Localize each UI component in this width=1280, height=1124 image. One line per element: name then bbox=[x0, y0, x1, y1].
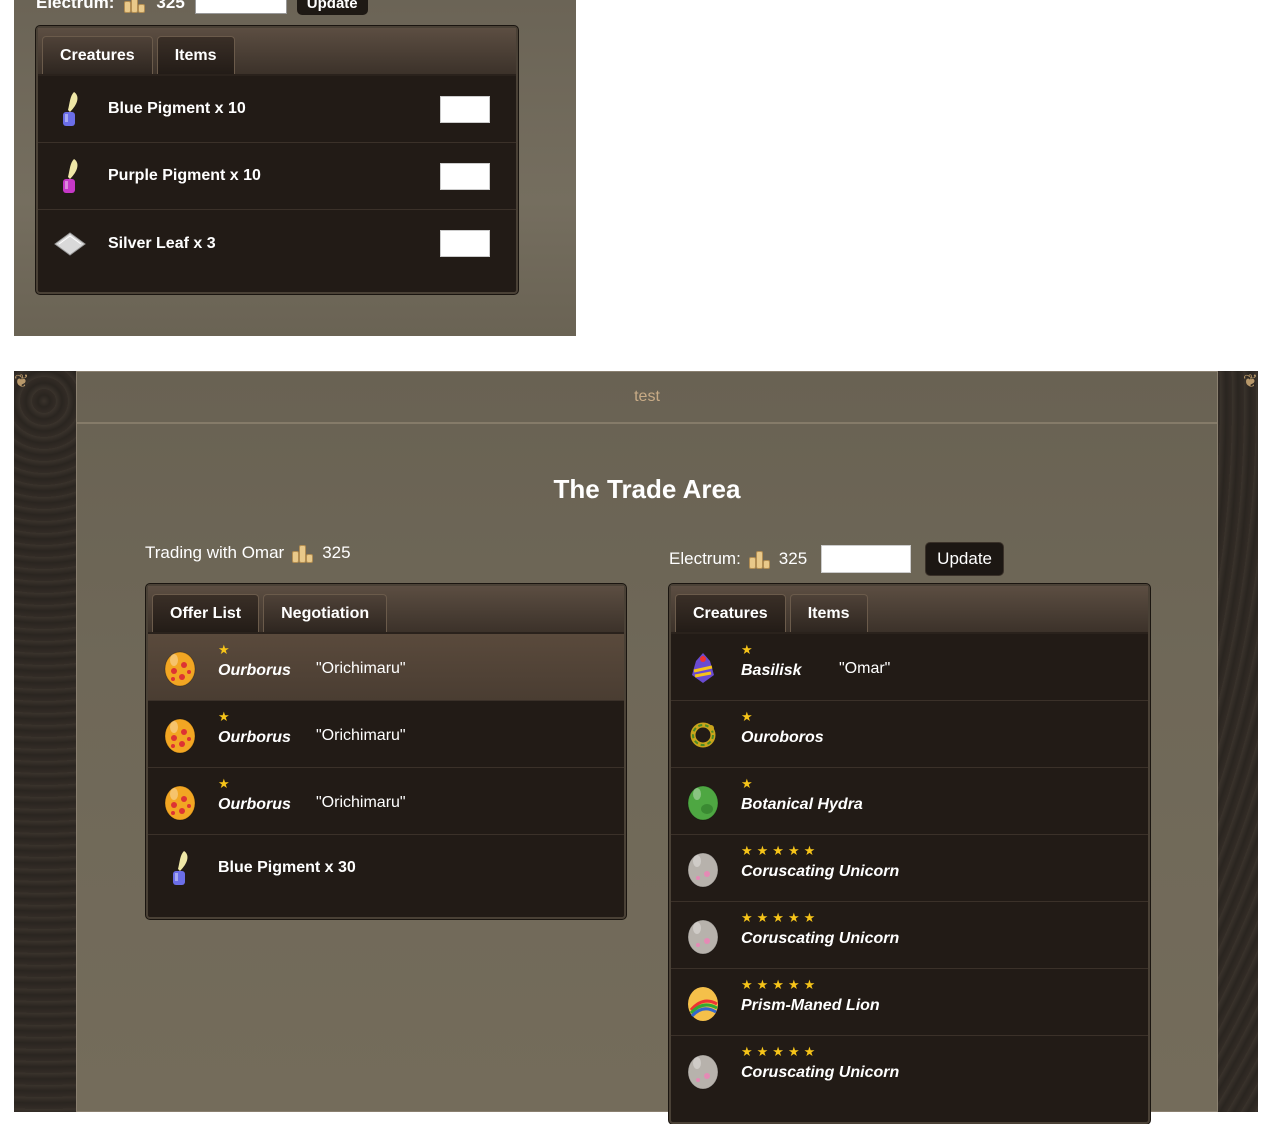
rarity-stars: ★★★★★ bbox=[741, 843, 820, 858]
trading-with-label: Trading with Omar bbox=[145, 543, 285, 562]
creature-row[interactable]: ★ Ourborus "Orichimaru" bbox=[148, 768, 624, 835]
snippet-update-button[interactable]: Update bbox=[296, 0, 368, 15]
electrum-input[interactable] bbox=[821, 545, 912, 573]
window-header: test bbox=[77, 372, 1217, 424]
creature-row[interactable]: ★ Ourborus "Orichimaru" bbox=[148, 634, 624, 701]
window-title: test bbox=[634, 388, 660, 405]
tab-items[interactable]: Items bbox=[789, 594, 868, 632]
creature-owner: "Orichimaru" bbox=[316, 727, 406, 744]
rarity-stars: ★ bbox=[741, 776, 757, 791]
orange-egg-icon bbox=[160, 714, 200, 754]
electrum-coin-icon bbox=[292, 543, 314, 563]
item-name: Blue Pigment x 30 bbox=[218, 859, 356, 876]
item-name: Purple Pigment x 10 bbox=[108, 167, 261, 184]
page-title: The Trade Area bbox=[553, 474, 741, 504]
electrum-coin-icon bbox=[748, 549, 771, 569]
creature-row[interactable]: ★ Botanical Hydra bbox=[671, 768, 1148, 835]
creature-name: Prism-Maned Lion bbox=[741, 997, 880, 1014]
creature-name: Ourborus bbox=[218, 729, 291, 746]
snippet-items-panel: Creatures Items Blue Pigment x 10 Purple… bbox=[36, 26, 518, 294]
snippet-panel: Electrum: 325 Update Creatures Items Blu… bbox=[14, 0, 576, 336]
creature-row[interactable]: ★ Ouroboros bbox=[671, 701, 1148, 768]
creature-row[interactable]: ★★★★★ Coruscating Unicorn bbox=[671, 1036, 1148, 1103]
list-item[interactable]: Blue Pigment x 30 bbox=[148, 835, 624, 901]
electrum-amount: 325 bbox=[778, 549, 808, 568]
rarity-stars: ★ bbox=[741, 709, 757, 724]
ouroboros-icon bbox=[683, 714, 723, 754]
orange-egg-icon bbox=[160, 647, 200, 687]
tab-offer-list[interactable]: Offer List bbox=[152, 594, 260, 632]
snippet-tab-items[interactable]: Items bbox=[156, 36, 235, 74]
snippet-tab-creatures[interactable]: Creatures bbox=[42, 36, 153, 74]
green-egg-icon bbox=[683, 781, 723, 821]
rarity-stars: ★★★★★ bbox=[741, 910, 820, 925]
creature-row[interactable]: ★ Basilisk "Omar" bbox=[671, 634, 1148, 701]
inventory-panel: Creatures Items ★ Basilisk "Omar" ★ Ourob… bbox=[669, 584, 1150, 1124]
item-quantity-input[interactable] bbox=[440, 230, 490, 257]
creature-name: Coruscating Unicorn bbox=[741, 1064, 900, 1081]
item-quantity-input[interactable] bbox=[440, 163, 490, 190]
creature-row[interactable]: ★★★★★ Coruscating Unicorn bbox=[671, 902, 1148, 969]
snippet-tabbar: Creatures Items bbox=[38, 28, 516, 76]
item-name: Blue Pigment x 10 bbox=[108, 100, 246, 117]
item-quantity-input[interactable] bbox=[440, 96, 490, 123]
corner-ornament-icon: ❦ bbox=[14, 371, 30, 391]
rarity-stars: ★ bbox=[218, 642, 234, 657]
offer-list-panel: Offer List Negotiation ★ Ourborus "Orichi… bbox=[146, 584, 626, 919]
corner-ornament-icon: ❦ bbox=[1242, 371, 1258, 391]
rarity-stars: ★ bbox=[218, 776, 234, 791]
item-name: Silver Leaf x 3 bbox=[108, 234, 216, 252]
creature-row[interactable]: ★★★★★ Prism-Maned Lion bbox=[671, 969, 1148, 1036]
rainbow-egg-icon bbox=[683, 982, 723, 1022]
rarity-stars: ★★★★★ bbox=[741, 977, 820, 992]
rarity-stars: ★ bbox=[741, 642, 757, 657]
orange-egg-icon bbox=[160, 781, 200, 821]
gray-egg-icon bbox=[683, 915, 723, 955]
creature-row[interactable]: ★★★★★ Coruscating Unicorn bbox=[671, 835, 1148, 902]
rarity-stars: ★★★★★ bbox=[741, 1044, 820, 1059]
blue-pigment-icon bbox=[50, 89, 90, 129]
electrum-label: Electrum: bbox=[669, 549, 741, 568]
trading-amount: 325 bbox=[322, 543, 351, 562]
trading-with-row: Trading with Omar 325 bbox=[145, 543, 351, 563]
gray-egg-icon bbox=[683, 1050, 723, 1090]
creature-name: Coruscating Unicorn bbox=[741, 863, 900, 880]
creature-owner: "Omar" bbox=[839, 660, 891, 677]
electrum-coin-icon bbox=[124, 0, 146, 13]
snippet-electrum-row: Electrum: 325 Update bbox=[36, 0, 368, 16]
snippet-electrum-amount: 325 bbox=[156, 0, 185, 12]
update-button[interactable]: Update bbox=[925, 542, 1004, 576]
blue-pigment-icon bbox=[160, 848, 200, 888]
electrum-row: Electrum: 325 Update bbox=[669, 542, 1004, 576]
purple-pigment-icon bbox=[50, 156, 90, 196]
offer-tabbar: Offer List Negotiation bbox=[148, 586, 624, 634]
creature-name: Ourborus bbox=[218, 796, 291, 813]
main-frame: ❦ ❦ test The Trade Area Trading with Oma… bbox=[14, 371, 1258, 1124]
inventory-tabbar: Creatures Items bbox=[671, 586, 1148, 634]
silver-leaf-icon bbox=[50, 224, 90, 264]
tab-creatures[interactable]: Creatures bbox=[675, 594, 786, 632]
trade-window: test The Trade Area Trading with Omar 32… bbox=[76, 371, 1218, 1124]
list-item[interactable]: Purple Pigment x 10 bbox=[38, 143, 516, 210]
creature-name: Botanical Hydra bbox=[741, 796, 863, 813]
creature-name: Coruscating Unicorn bbox=[741, 930, 900, 947]
tab-negotiation[interactable]: Negotiation bbox=[263, 594, 388, 632]
snippet-electrum-input[interactable] bbox=[194, 0, 287, 14]
creature-name: Ourborus bbox=[218, 662, 291, 679]
creature-name: Ouroboros bbox=[741, 729, 824, 746]
creature-owner: "Orichimaru" bbox=[316, 794, 406, 811]
gray-egg-icon bbox=[683, 848, 723, 888]
creature-owner: "Orichimaru" bbox=[316, 660, 406, 677]
basilisk-icon bbox=[683, 647, 723, 687]
list-item[interactable]: Silver Leaf x 3 bbox=[38, 210, 516, 277]
rarity-stars: ★ bbox=[218, 709, 234, 724]
creature-row[interactable]: ★ Ourborus "Orichimaru" bbox=[148, 701, 624, 768]
creature-name: Basilisk bbox=[741, 662, 802, 679]
snippet-electrum-label: Electrum: bbox=[36, 0, 115, 12]
list-item[interactable]: Blue Pigment x 10 bbox=[38, 76, 516, 143]
